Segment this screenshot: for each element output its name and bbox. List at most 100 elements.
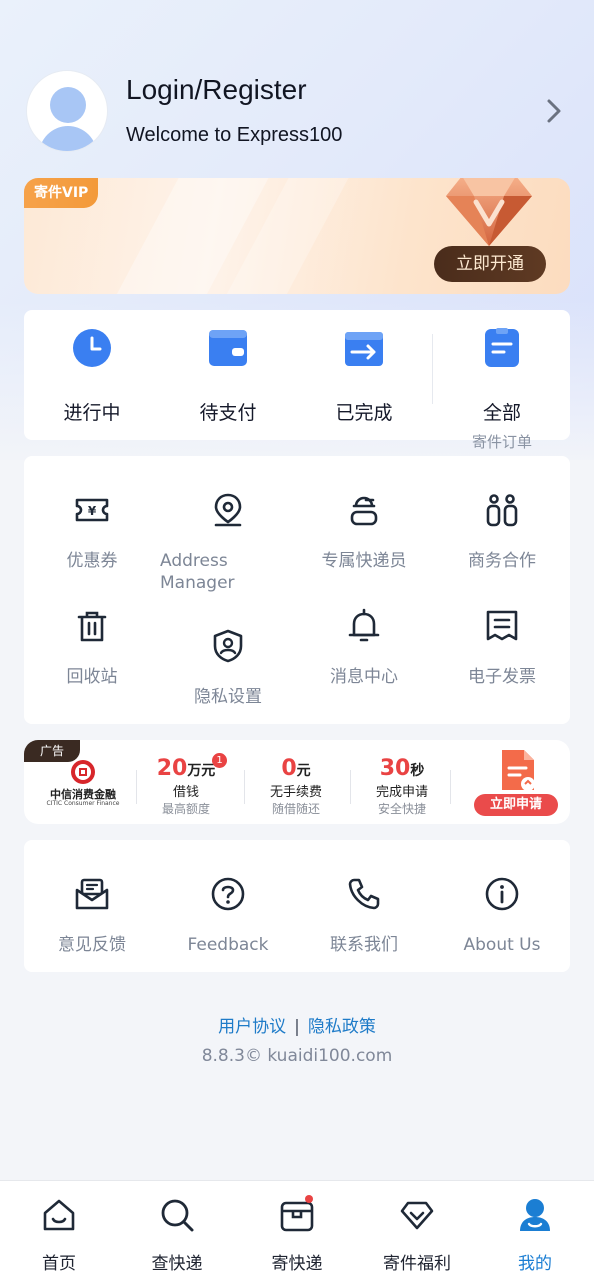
tool-label: 消息中心 [330,667,398,687]
nav-label: 寄快递 [271,1254,323,1274]
tool-address-manager[interactable]: Address Manager [160,492,296,602]
ad-stat-line2: 最高额度 [161,802,210,816]
nav-mine[interactable]: 我的 [476,1197,594,1277]
order-list-icon [485,328,519,367]
privacy-shield-icon [213,629,243,663]
tool-e-invoice[interactable]: 电子发票 [434,608,570,718]
ad-stat-number: 20 [156,756,188,781]
order-pending-payment[interactable]: 待支付 [160,328,296,438]
nav-label: 首页 [42,1254,76,1274]
ad-stat-unit: 元 [296,763,311,779]
ad-stat-line2: 安全快捷 [377,802,426,816]
tool-label: 回收站 [66,667,118,687]
svg-text:¥: ¥ [88,504,97,518]
tools-card: ¥ 优惠券 Address Manager 专属快递员 商务合作 回收站 隐私设… [24,456,570,724]
order-in-progress[interactable]: 进行中 [24,328,160,438]
box-arrow-icon [345,332,383,366]
coupon-icon: ¥ [75,498,109,522]
vip-banner[interactable]: 寄件VIP 立即开通 [24,178,570,294]
tool-privacy-settings[interactable]: 隐私设置 [160,628,296,738]
nav-track[interactable]: 查快递 [118,1197,236,1277]
ad-banner[interactable]: 广告 中信消费金融 CITIC Consumer Finance 20万元 借钱… [24,740,570,824]
order-label: 待支付 [199,402,257,424]
ad-divider [244,770,245,804]
gift-diamond-icon [400,1201,434,1230]
tool-coupon[interactable]: ¥ 优惠券 [24,492,160,602]
feedback-icon [75,878,109,910]
orders-card: 进行中 待支付 已完成 全部 寄件订单 [24,310,570,451]
ad-stat-unit: 秒 [410,763,425,779]
nav-label: 寄件福利 [383,1254,451,1274]
clock-icon [73,329,111,367]
question-icon [211,877,245,911]
bottom-nav: 首页 查快递 寄快递 寄件福利 我的 [0,1180,594,1280]
tool-recycle-bin[interactable]: 回收站 [24,608,160,718]
more-label: 意见反馈 [58,935,126,955]
ad-stat-number: 30 [379,756,411,781]
tool-exclusive-courier[interactable]: 专属快递员 [296,492,432,602]
nav-notification-dot [305,1195,313,1203]
tool-message-center[interactable]: 消息中心 [296,608,432,718]
user-avatar-icon[interactable] [26,70,108,152]
login-register-title[interactable]: Login/Register [126,74,307,106]
location-pin-icon [214,493,242,527]
version-text: 8.8.3© kuaidi100.com [201,1046,393,1066]
phone-icon [348,878,380,910]
footer-links: 用户协议 | 隐私政策 [0,1012,594,1037]
order-all[interactable]: 全部 寄件订单 [434,328,570,451]
ad-divider [450,770,451,804]
order-divider [432,334,433,404]
vip-tag: 寄件VIP [24,178,99,208]
document-icon [502,750,535,791]
ad-stat-number: 0 [281,756,297,781]
chevron-right-icon[interactable] [544,98,564,124]
profile-header[interactable]: Login/Register Welcome to Express100 [24,68,570,158]
order-label: 进行中 [63,402,121,424]
nav-label: 查快递 [151,1254,203,1274]
privacy-policy-link[interactable]: 隐私政策 [308,1017,376,1037]
nav-send[interactable]: 寄快递 [238,1195,356,1277]
ad-stat-line1: 无手续费 [269,785,322,800]
nav-benefits[interactable]: 寄件福利 [358,1197,476,1277]
more-feedback-cn[interactable]: 意见反馈 [24,876,160,986]
vip-activate-button[interactable]: 立即开通 [434,246,546,282]
citic-logo-icon [71,760,95,784]
more-label: 联系我们 [330,935,398,955]
diamond-icon [446,178,532,246]
more-label: About Us [463,935,541,955]
bell-icon [348,608,380,642]
tool-label: Address Manager [160,551,235,593]
more-about-us[interactable]: About Us [434,876,570,986]
ad-badge: 1 [212,753,227,768]
ad-divider [350,770,351,804]
ad-apply-button[interactable]: 立即申请 [474,794,558,816]
tool-label: 专属快递员 [321,551,407,571]
more-label: Feedback [187,935,269,955]
info-icon [485,877,519,911]
order-completed[interactable]: 已完成 [296,328,432,438]
tool-label: 隐私设置 [194,687,262,707]
welcome-subtitle: Welcome to Express100 [126,124,343,146]
more-feedback[interactable]: Feedback [160,876,296,986]
ad-stat-line1: 借钱 [172,785,199,800]
tool-label: 优惠券 [66,551,118,571]
more-card: 意见反馈 Feedback 联系我们 About Us [24,840,570,972]
search-icon [161,1199,194,1232]
ad-stat-fee: 0元 无手续费 随借随还 [246,756,346,817]
tool-label: 电子发票 [468,667,536,687]
trash-icon [77,611,107,642]
profile-icon [520,1199,550,1231]
partners-icon [486,494,518,527]
order-label: 全部 [482,402,521,424]
ad-stat-unit: 万元 [187,763,216,779]
citic-brand-en: CITIC Consumer Finance [46,800,120,807]
more-contact-us[interactable]: 联系我们 [296,876,432,986]
ad-stat-speed: 30秒 完成申请 安全快捷 [352,756,452,817]
tool-label: 商务合作 [468,551,536,571]
nav-home[interactable]: 首页 [0,1197,118,1277]
tool-business-cooperation[interactable]: 商务合作 [434,492,570,602]
user-agreement-link[interactable]: 用户协议 [218,1017,286,1037]
courier-icon [350,496,378,526]
footer-separator: | [294,1017,300,1037]
home-icon [43,1199,75,1231]
